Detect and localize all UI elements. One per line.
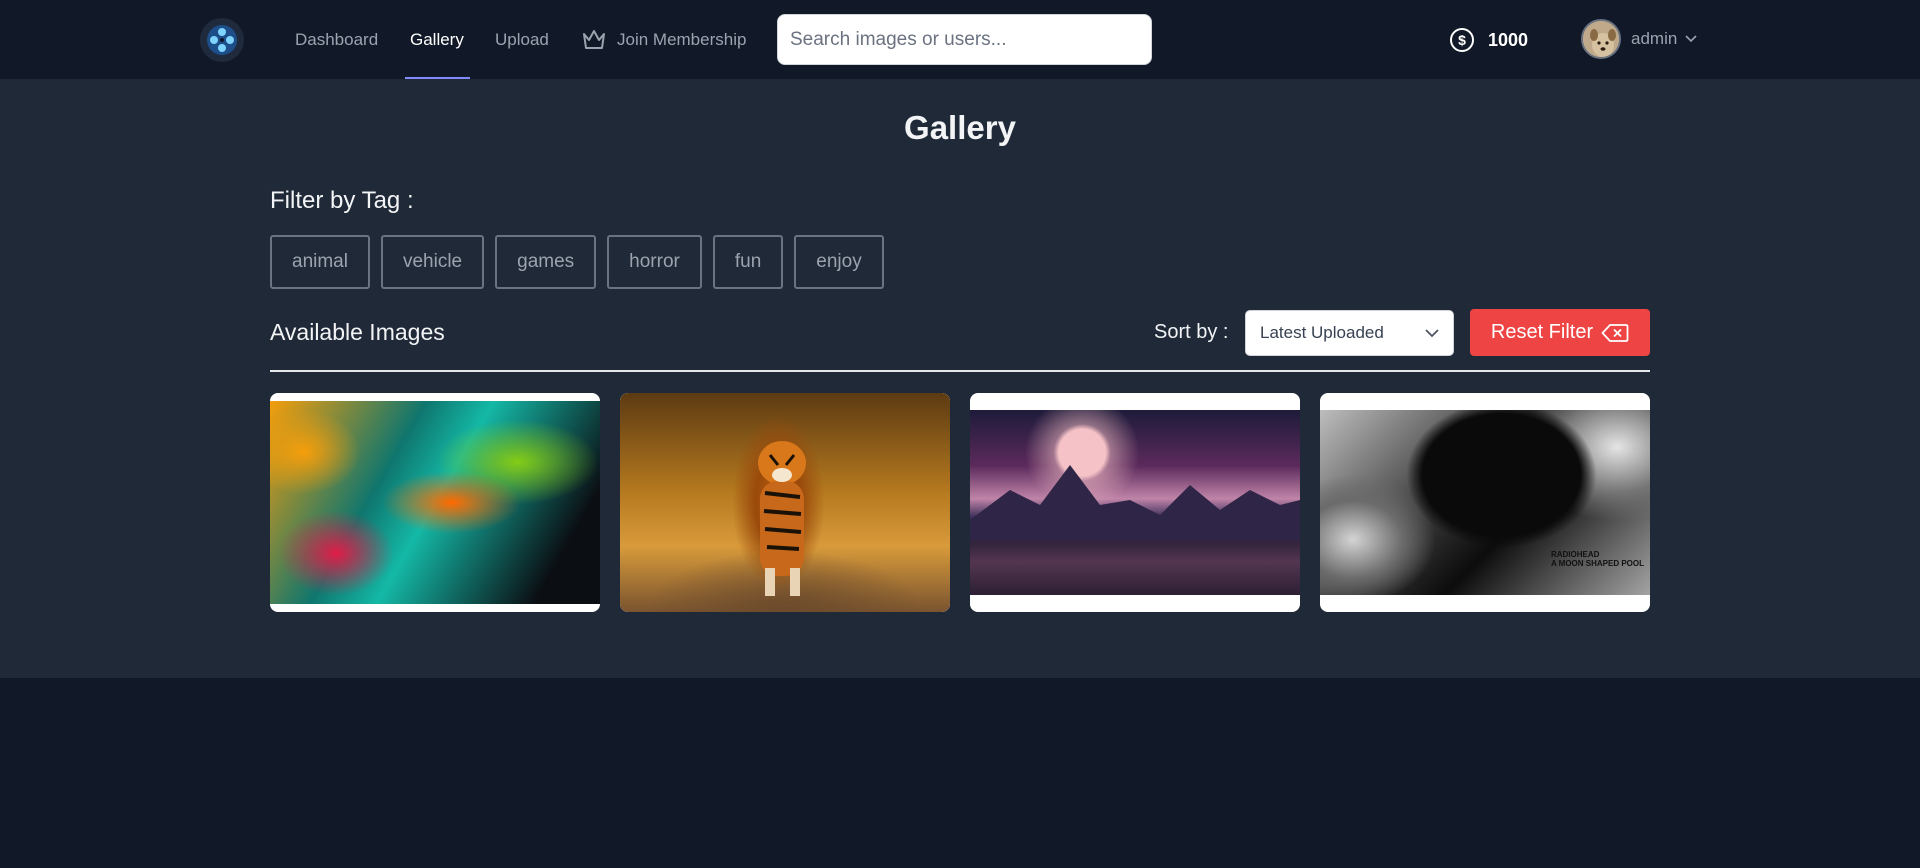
gallery-main: Gallery Filter by Tag : animal vehicle g… bbox=[0, 79, 1920, 678]
tag-vehicle[interactable]: vehicle bbox=[380, 235, 485, 289]
filter-by-tag-label: Filter by Tag : bbox=[270, 187, 414, 214]
backspace-icon bbox=[1601, 323, 1629, 342]
crown-icon[interactable] bbox=[581, 27, 607, 51]
username: admin bbox=[1631, 29, 1678, 48]
coin-balance: $ 1000 bbox=[1449, 27, 1528, 53]
svg-text:$: $ bbox=[1458, 32, 1466, 48]
tag-games[interactable]: games bbox=[495, 235, 597, 289]
dollar-coin-icon: $ bbox=[1450, 28, 1474, 52]
film-reel-logo-icon bbox=[207, 25, 237, 55]
tag-enjoy[interactable]: enjoy bbox=[794, 235, 884, 289]
chevron-down-icon bbox=[1425, 328, 1439, 337]
sort-by-label: Sort by : bbox=[1154, 321, 1229, 343]
image-thumbnail[interactable] bbox=[270, 401, 600, 604]
tag-fun[interactable]: fun bbox=[712, 235, 784, 289]
chevron-down-icon bbox=[1685, 35, 1697, 43]
mountain-silhouette bbox=[970, 465, 1300, 595]
nav-gallery[interactable]: Gallery bbox=[410, 29, 464, 51]
tag-horror[interactable]: horror bbox=[607, 235, 702, 289]
page-title: Gallery bbox=[904, 109, 1016, 146]
sort-selected-value: Latest Uploaded bbox=[1260, 323, 1384, 342]
image-card[interactable] bbox=[270, 393, 600, 612]
reset-filter-label: Reset Filter bbox=[1490, 321, 1594, 343]
tiger-figure bbox=[758, 441, 806, 596]
reset-filter-button[interactable]: Reset Filter bbox=[1470, 309, 1650, 356]
top-navbar: Dashboard Gallery Upload Join Membership… bbox=[0, 0, 1920, 79]
available-images-heading: Available Images bbox=[270, 319, 445, 345]
image-thumbnail[interactable] bbox=[620, 393, 950, 612]
section-divider bbox=[270, 370, 1650, 372]
avatar bbox=[1581, 19, 1621, 59]
image-card[interactable]: RADIOHEAD A MOON SHAPED POOL bbox=[1320, 393, 1650, 612]
image-card[interactable] bbox=[620, 393, 950, 612]
search-input[interactable] bbox=[777, 14, 1152, 65]
nav-upload[interactable]: Upload bbox=[495, 29, 549, 51]
nav-dashboard[interactable]: Dashboard bbox=[295, 29, 378, 51]
page-footer-area bbox=[0, 678, 1920, 868]
image-thumbnail[interactable] bbox=[970, 410, 1300, 595]
logo[interactable] bbox=[200, 18, 244, 62]
image-card[interactable] bbox=[970, 393, 1300, 612]
album-caption: RADIOHEAD A MOON SHAPED POOL bbox=[1550, 550, 1644, 568]
tag-animal[interactable]: animal bbox=[270, 235, 370, 289]
image-thumbnail[interactable]: RADIOHEAD A MOON SHAPED POOL bbox=[1320, 410, 1650, 595]
nav-join-membership[interactable]: Join Membership bbox=[617, 29, 746, 51]
sort-select[interactable]: Latest Uploaded bbox=[1245, 310, 1454, 356]
tag-filter-list: animal vehicle games horror fun enjoy bbox=[270, 235, 895, 289]
coin-value: 1000 bbox=[1488, 29, 1529, 50]
user-menu[interactable]: admin bbox=[1581, 19, 1697, 59]
